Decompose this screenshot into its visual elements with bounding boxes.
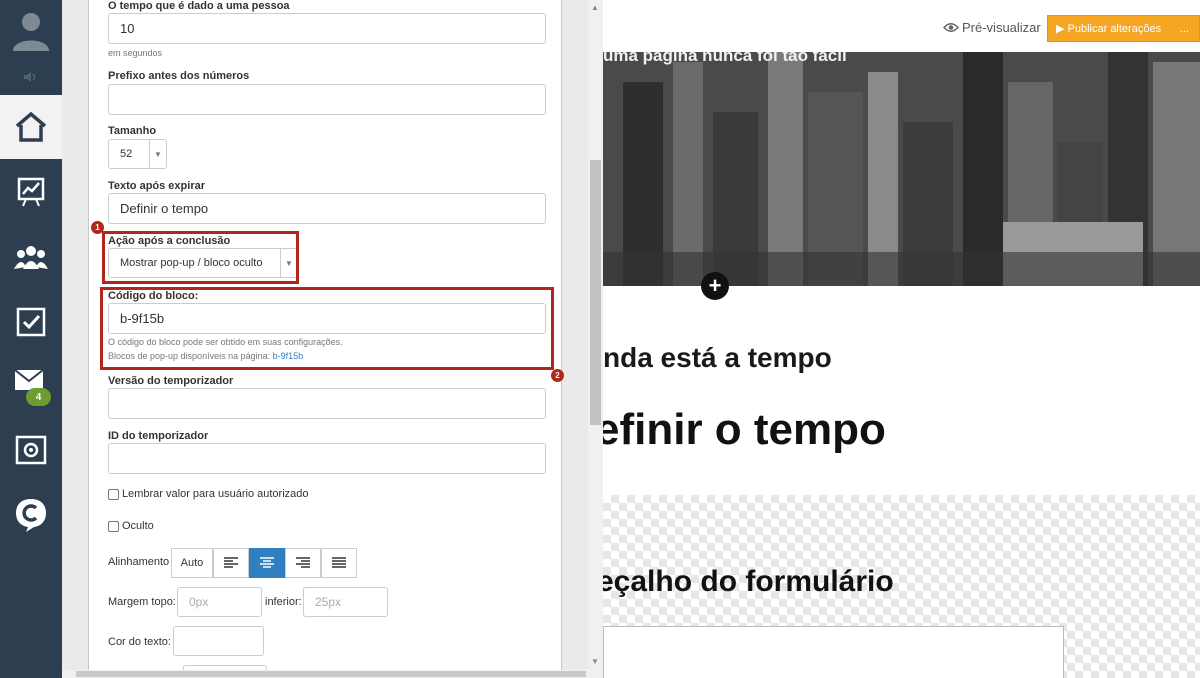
mail-count-badge: 4 [26, 388, 51, 406]
chart-icon[interactable] [0, 160, 62, 224]
time-label: O tempo que é dado a uma pessoa [108, 0, 290, 12]
time-hint: em segundos [108, 48, 163, 58]
size-select[interactable]: 52 ▼ [108, 139, 167, 169]
chevron-down-icon: ▼ [149, 140, 166, 168]
mail-icon[interactable] [0, 355, 62, 419]
users-icon[interactable] [0, 225, 62, 289]
scroll-down-icon[interactable]: ▼ [591, 657, 599, 666]
add-block-button[interactable]: + [701, 272, 729, 300]
editor-horizontal-scrollbar[interactable] [62, 670, 588, 678]
left-nav: 4 [0, 0, 62, 678]
highlight-box-2 [100, 287, 554, 370]
publish-more-button[interactable]: ... [1180, 23, 1189, 35]
publish-button-label: ▶ Publicar alterações [1056, 23, 1162, 35]
remember-checkbox-box[interactable] [108, 488, 119, 500]
editor-vertical-scrollbar[interactable]: ▲ ▼ [588, 0, 603, 678]
prefix-label: Prefixo antes dos números [108, 70, 250, 82]
expire-text-input[interactable]: Definir o tempo [108, 193, 546, 224]
city-skyline-image [603, 52, 1200, 286]
align-left-button[interactable] [213, 548, 249, 578]
preview-heading-small: nda está a tempo [603, 342, 832, 373]
time-input[interactable]: 10 [108, 13, 546, 44]
annotation-marker-1: 1 [91, 221, 104, 234]
align-justify-icon [332, 557, 346, 568]
align-auto-button[interactable]: Auto [171, 548, 213, 578]
avatar[interactable] [0, 0, 62, 58]
editor-scroll-thumb[interactable] [590, 160, 601, 425]
preview-button[interactable]: Pré-visualizar [943, 20, 1041, 35]
hidden-checkbox-box[interactable] [108, 520, 119, 532]
timer-id-label: ID do temporizador [108, 430, 209, 442]
hero-title: uma página nunca foi tão fácil [603, 52, 847, 65]
timer-version-label: Versão do temporizador [108, 375, 234, 387]
form-heading: eçalho do formulário [603, 565, 894, 598]
remember-checkbox[interactable]: Lembrar valor para usuário autorizado [108, 488, 309, 500]
margin-bottom-label: inferior: [265, 596, 302, 608]
preview-button-label: Pré-visualizar [962, 20, 1041, 35]
align-center-button[interactable] [249, 548, 285, 578]
margin-top-input[interactable]: 0px [177, 587, 262, 617]
align-left-icon [224, 557, 238, 568]
form-box [603, 626, 1064, 678]
expire-text-label: Texto após expirar [108, 180, 205, 192]
size-value: 52 [120, 148, 133, 160]
timer-version-input[interactable] [108, 388, 546, 419]
preview-toolbar: Pré-visualizar ▶ Publicar alterações ... [603, 0, 1200, 52]
annotation-marker-2: 2 [551, 369, 564, 382]
alignment-label: Alinhamento [108, 556, 170, 568]
home-icon[interactable] [0, 95, 62, 159]
publish-button[interactable]: ▶ Publicar alterações ... [1047, 15, 1200, 42]
margin-top-label: Margem topo: [108, 596, 176, 608]
eye-icon [943, 23, 959, 32]
timer-id-input[interactable] [108, 443, 546, 474]
margin-bottom-input[interactable]: 25px [303, 587, 388, 617]
align-center-icon [260, 557, 274, 568]
size-label: Tamanho [108, 125, 157, 137]
preview-heading-big: efinir o tempo [603, 405, 886, 454]
settings-icon[interactable] [0, 420, 62, 482]
remember-checkbox-label: Lembrar valor para usuário autorizado [122, 488, 309, 500]
speaker-icon[interactable] [0, 62, 62, 92]
align-right-button[interactable] [285, 548, 321, 578]
text-color-input[interactable] [173, 626, 264, 656]
chat-icon[interactable] [0, 484, 62, 546]
editor-hscroll-thumb[interactable] [76, 671, 586, 677]
page-preview: uma página nunca foi tão fácil Pré-visua… [603, 0, 1200, 678]
scroll-up-icon[interactable]: ▲ [591, 3, 599, 12]
align-justify-button[interactable] [321, 548, 357, 578]
hero-image: uma página nunca foi tão fácil [603, 52, 1200, 286]
tasks-icon[interactable] [0, 290, 62, 354]
highlight-box-1 [102, 231, 299, 284]
hidden-checkbox[interactable]: Oculto [108, 520, 154, 532]
prefix-input[interactable] [108, 84, 546, 115]
align-right-icon [296, 557, 310, 568]
text-color-label: Cor do texto: [108, 636, 171, 648]
hidden-checkbox-label: Oculto [122, 520, 154, 532]
